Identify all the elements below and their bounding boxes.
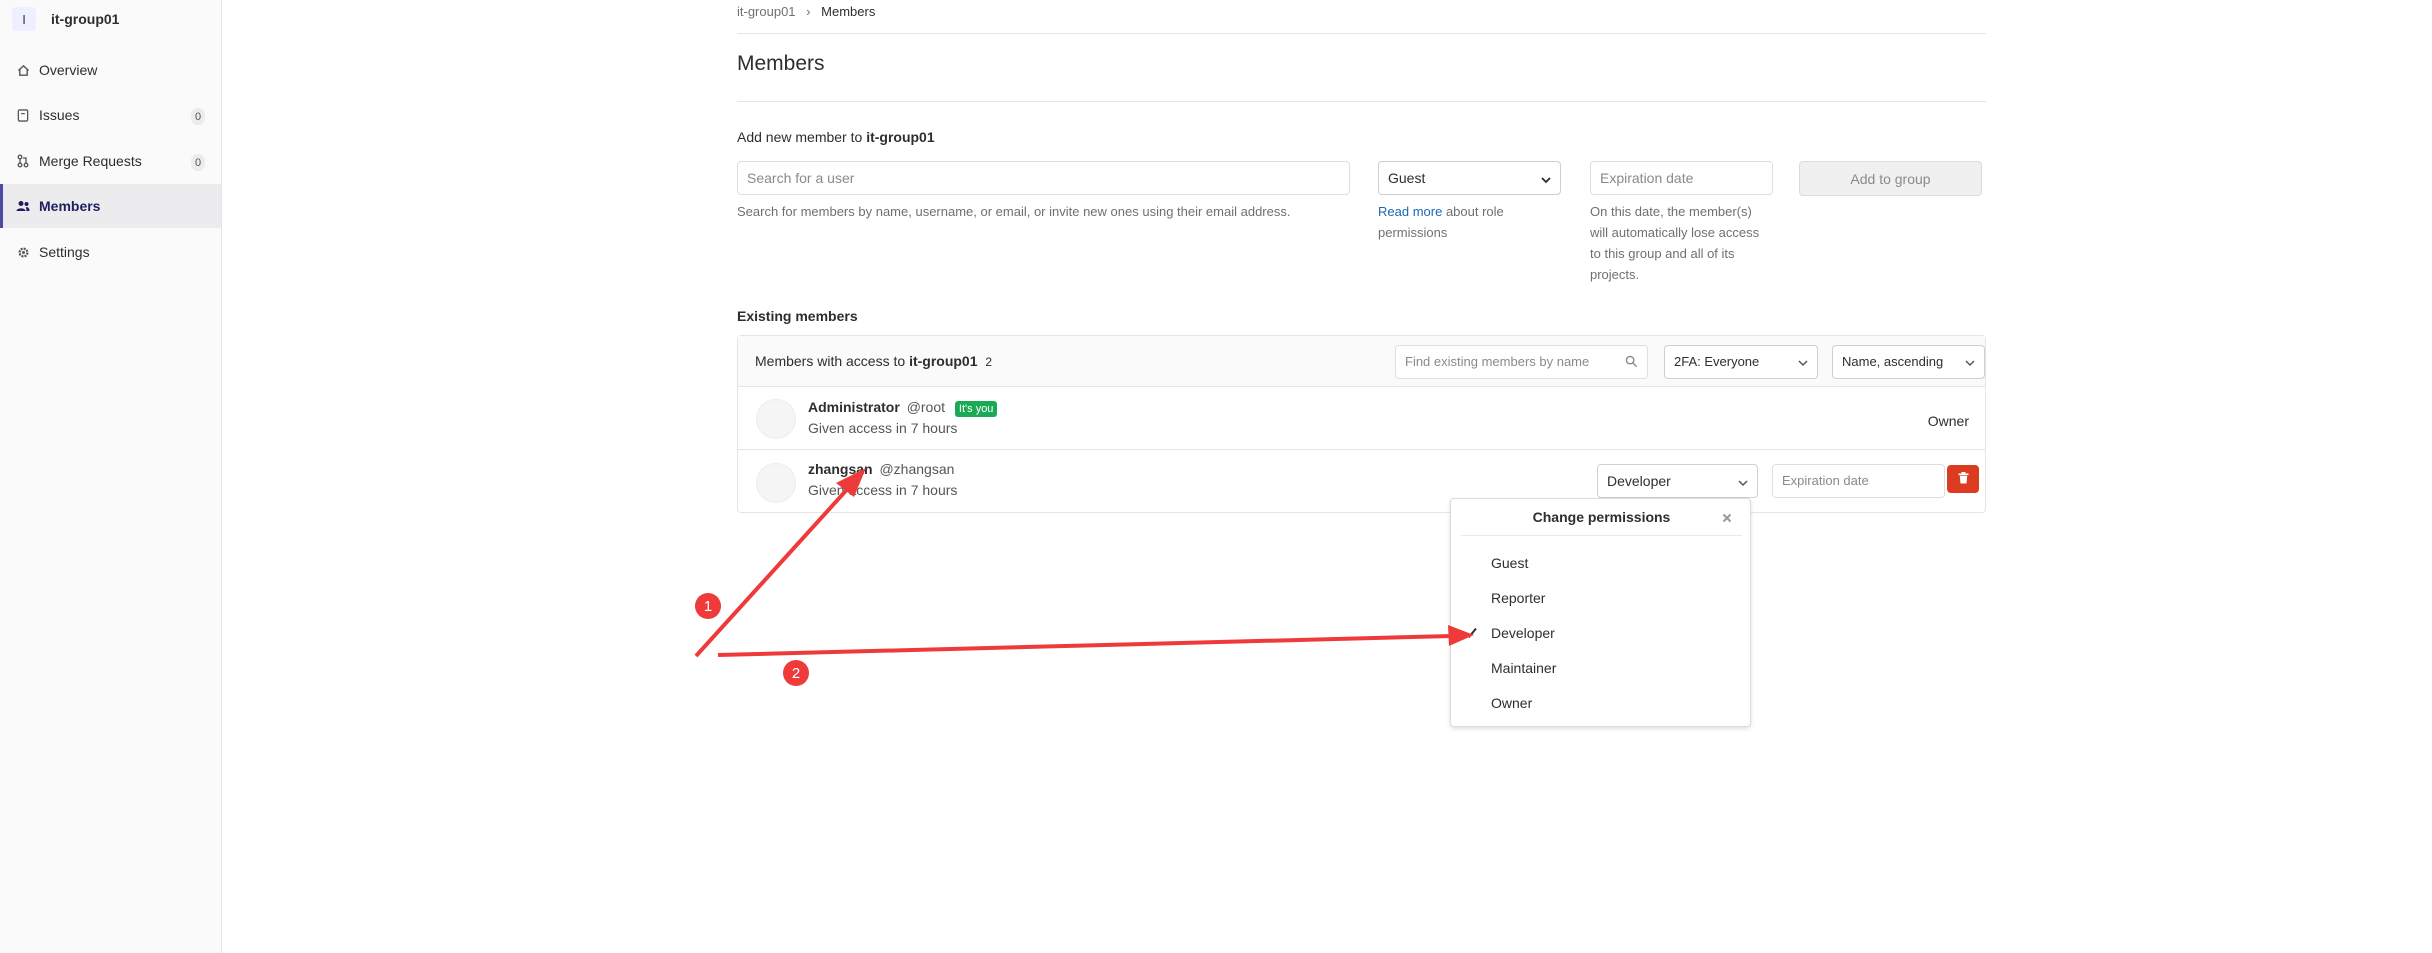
annotation-arrows xyxy=(694,468,1474,658)
annotation-marker-1: 1 xyxy=(695,593,721,619)
arrow-annotation-2 xyxy=(717,625,1474,657)
annotation-marker-2: 2 xyxy=(783,660,809,686)
arrow-annotation-1 xyxy=(694,468,866,658)
